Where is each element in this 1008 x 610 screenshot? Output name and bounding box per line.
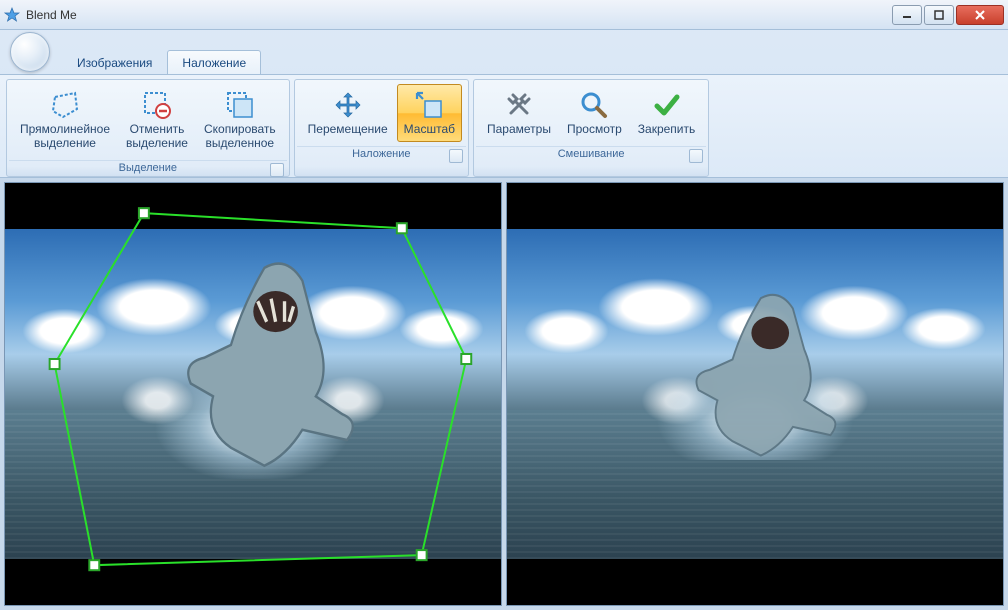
scale-icon (413, 89, 445, 121)
parameters-button[interactable]: Параметры (480, 84, 558, 142)
move-button[interactable]: Перемещение (301, 84, 395, 142)
close-button[interactable] (956, 5, 1004, 25)
minimize-button[interactable] (892, 5, 922, 25)
move-icon (332, 89, 364, 121)
copy-selection-icon (224, 89, 256, 121)
window-controls (890, 5, 1004, 25)
group-label-blending: Смешивание (476, 146, 706, 162)
group-selection-launcher[interactable] (270, 163, 284, 177)
group-overlay-launcher[interactable] (449, 149, 463, 163)
app-menu-orb[interactable] (10, 32, 50, 72)
polygon-selection-icon (49, 89, 81, 121)
maximize-button[interactable] (924, 5, 954, 25)
shark-blended-shape (676, 288, 864, 492)
source-image-panel[interactable] (4, 182, 502, 606)
tab-bar: Изображения Наложение (0, 30, 1008, 74)
target-image-panel[interactable] (506, 182, 1004, 606)
group-overlay: Перемещение Масштаб Наложение (294, 79, 469, 177)
window-title: Blend Me (26, 8, 890, 22)
checkmark-icon (651, 89, 683, 121)
tab-images[interactable]: Изображения (62, 50, 167, 74)
group-label-overlay: Наложение (297, 146, 466, 162)
group-selection: Прямолинейное выделение Отменить выделен… (6, 79, 290, 177)
magnifier-icon (578, 89, 610, 121)
wrench-icon (503, 89, 535, 121)
cancel-selection-icon (141, 89, 173, 121)
group-blending: Параметры Просмотр Закрепить Смешивание (473, 79, 709, 177)
commit-button[interactable]: Закрепить (631, 84, 702, 142)
group-label-selection: Выделение (9, 160, 287, 176)
selection-handle[interactable] (139, 208, 149, 218)
content-area (0, 178, 1008, 610)
group-blending-launcher[interactable] (689, 149, 703, 163)
copy-selection-button[interactable]: Скопировать выделенное (197, 84, 283, 156)
tab-overlay[interactable]: Наложение (167, 50, 261, 74)
shark-shape (164, 255, 387, 512)
ribbon: Прямолинейное выделение Отменить выделен… (0, 74, 1008, 178)
rectilinear-selection-button[interactable]: Прямолинейное выделение (13, 84, 117, 156)
source-image (5, 229, 501, 558)
target-image (507, 229, 1003, 558)
scale-button[interactable]: Масштаб (397, 84, 462, 142)
selection-handle[interactable] (89, 560, 99, 570)
titlebar: Blend Me (0, 0, 1008, 30)
app-icon (4, 7, 20, 23)
cancel-selection-button[interactable]: Отменить выделение (119, 84, 195, 156)
preview-button[interactable]: Просмотр (560, 84, 629, 142)
